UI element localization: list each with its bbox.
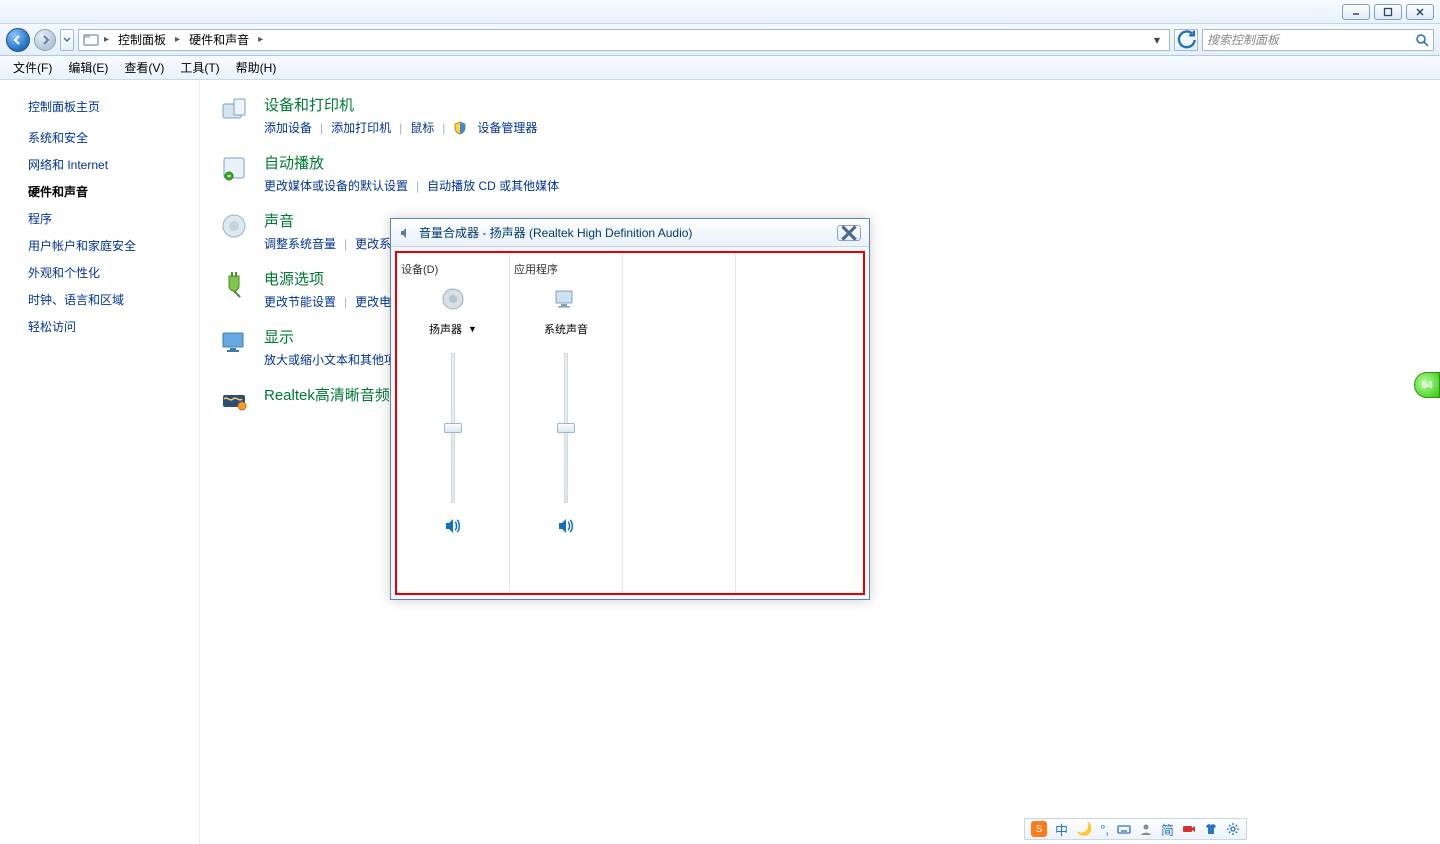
mixer-app-name: 系统声音 (544, 321, 588, 337)
device-volume-slider[interactable] (444, 353, 462, 503)
category-link[interactable]: 更改节能设置 (264, 293, 336, 310)
breadcrumb-current[interactable]: 硬件和声音 (185, 31, 253, 48)
ime-mode-button[interactable]: 简 (1161, 820, 1174, 839)
chevron-right-icon: ▸ (101, 34, 112, 45)
ime-moon-icon[interactable]: 🌙 (1076, 821, 1092, 837)
ime-gear-icon[interactable] (1226, 822, 1240, 836)
breadcrumb-root[interactable]: 控制面板 (114, 31, 170, 48)
refresh-button[interactable] (1174, 29, 1198, 51)
category-icon (218, 326, 250, 358)
ime-app-icon[interactable]: S (1031, 821, 1047, 837)
category-title[interactable]: 显示 (264, 326, 396, 347)
folder-icon (83, 32, 99, 48)
menu-help[interactable]: 帮助(H) (231, 57, 282, 78)
mixer-app-column: 应用程序 系统声音 (510, 253, 623, 593)
side-badge[interactable]: 54 (1414, 372, 1440, 398)
category-title[interactable]: 自动播放 (264, 152, 559, 173)
menu-edit[interactable]: 编辑(E) (63, 57, 113, 78)
app-system-sounds-icon[interactable] (550, 285, 582, 313)
sidebar-item[interactable]: 用户帐户和家庭安全 (28, 237, 187, 254)
sidebar-item[interactable]: 系统和安全 (28, 129, 187, 146)
category-link[interactable]: 更改电 (355, 293, 391, 310)
maximize-button[interactable] (1374, 4, 1402, 20)
category-links: 添加设备|添加打印机|鼠标|设备管理器 (264, 119, 537, 136)
category-links: 调整系统音量|更改系 (264, 235, 391, 252)
category-icon (218, 384, 250, 416)
device-speaker-icon[interactable] (437, 285, 469, 313)
category-link[interactable]: 自动播放 CD 或其他媒体 (427, 177, 559, 194)
breadcrumb[interactable]: ▸ 控制面板 ▸ 硬件和声音 ▸ ▾ (78, 29, 1170, 51)
category-link[interactable]: 放大或缩小文本和其他项 (264, 351, 396, 368)
chevron-right-icon: ▸ (255, 34, 266, 45)
mixer-title-text: 音量合成器 - 扬声器 (Realtek High Definition Aud… (419, 224, 831, 241)
minimize-button[interactable] (1342, 4, 1370, 20)
sidebar-item[interactable]: 程序 (28, 210, 187, 227)
search-icon (1415, 33, 1429, 47)
category-icon (218, 268, 250, 300)
ime-record-icon[interactable] (1182, 822, 1196, 836)
search-input[interactable]: 搜索控制面板 (1202, 29, 1434, 51)
category-link[interactable]: 添加设备 (264, 119, 312, 136)
close-button[interactable] (1406, 4, 1434, 20)
mixer-titlebar[interactable]: 音量合成器 - 扬声器 (Realtek High Definition Aud… (391, 219, 869, 247)
sidebar: 控制面板主页 系统和安全网络和 Internet 硬件和声音程序用户帐户和家庭安全… (0, 80, 200, 844)
category-title[interactable]: 设备和打印机 (264, 94, 537, 115)
category-row: 自动播放更改媒体或设备的默认设置|自动播放 CD 或其他媒体 (218, 152, 1422, 194)
volume-mixer-window: 音量合成器 - 扬声器 (Realtek High Definition Aud… (390, 218, 870, 600)
speaker-icon (399, 226, 413, 240)
menu-file[interactable]: 文件(F) (8, 57, 57, 78)
mixer-body: 设备(D) 扬声器▼ 应用程序 系统声音 (395, 251, 865, 595)
category-link[interactable]: 设备管理器 (477, 119, 537, 136)
ime-tray: S 中 🌙 °, 简 (1024, 818, 1247, 840)
nav-back-button[interactable] (6, 28, 30, 52)
category-icon (218, 152, 250, 184)
category-title[interactable]: Realtek高清晰音频 (264, 384, 390, 405)
chevron-right-icon: ▸ (172, 34, 183, 45)
sidebar-item[interactable]: 硬件和声音 (28, 183, 187, 200)
nav-history-dropdown[interactable] (60, 29, 74, 51)
mixer-close-button[interactable] (837, 225, 861, 241)
sidebar-item[interactable]: 时钟、语言和区域 (28, 291, 187, 308)
chevron-down-icon: ▼ (468, 324, 477, 334)
breadcrumb-dropdown[interactable]: ▾ (1149, 33, 1165, 47)
category-links: 放大或缩小文本和其他项 (264, 351, 396, 368)
device-mute-button[interactable] (444, 517, 462, 535)
category-link[interactable]: 鼠标 (410, 119, 434, 136)
category-links: 更改节能设置|更改电 (264, 293, 391, 310)
ime-lang-button[interactable]: 中 (1055, 820, 1068, 839)
sidebar-header[interactable]: 控制面板主页 (28, 98, 187, 115)
sidebar-item[interactable]: 网络和 Internet (28, 156, 187, 173)
ime-shirt-icon[interactable] (1204, 822, 1218, 836)
category-link[interactable]: 更改系 (355, 235, 391, 252)
category-icon (218, 210, 250, 242)
address-bar: ▸ 控制面板 ▸ 硬件和声音 ▸ ▾ 搜索控制面板 (0, 24, 1440, 56)
mixer-device-name[interactable]: 扬声器▼ (429, 321, 477, 337)
category-icon (218, 94, 250, 126)
category-title[interactable]: 电源选项 (264, 268, 391, 289)
mixer-device-column: 设备(D) 扬声器▼ (397, 253, 510, 593)
nav-forward-button[interactable] (34, 29, 56, 51)
category-title[interactable]: 声音 (264, 210, 391, 231)
ime-person-icon[interactable] (1139, 822, 1153, 836)
menu-bar: 文件(F) 编辑(E) 查看(V) 工具(T) 帮助(H) (0, 56, 1440, 80)
shield-icon (453, 121, 467, 135)
category-link[interactable]: 更改媒体或设备的默认设置 (264, 177, 408, 194)
menu-view[interactable]: 查看(V) (119, 57, 169, 78)
category-links: 更改媒体或设备的默认设置|自动播放 CD 或其他媒体 (264, 177, 559, 194)
ime-punct-icon[interactable]: °, (1100, 822, 1109, 837)
mixer-empty-column (623, 253, 736, 593)
sidebar-item[interactable]: 轻松访问 (28, 318, 187, 335)
sidebar-item[interactable]: 外观和个性化 (28, 264, 187, 281)
ime-keyboard-icon[interactable] (1117, 822, 1131, 836)
app-volume-slider[interactable] (557, 353, 575, 503)
menu-tools[interactable]: 工具(T) (175, 57, 224, 78)
search-placeholder: 搜索控制面板 (1207, 31, 1415, 48)
category-row: 设备和打印机添加设备|添加打印机|鼠标|设备管理器 (218, 94, 1422, 136)
category-link[interactable]: 添加打印机 (331, 119, 391, 136)
mixer-device-header: 设备(D) (401, 261, 438, 277)
category-link[interactable]: 调整系统音量 (264, 235, 336, 252)
mixer-app-header: 应用程序 (514, 261, 558, 277)
app-mute-button[interactable] (557, 517, 575, 535)
window-titlebar (0, 0, 1440, 24)
